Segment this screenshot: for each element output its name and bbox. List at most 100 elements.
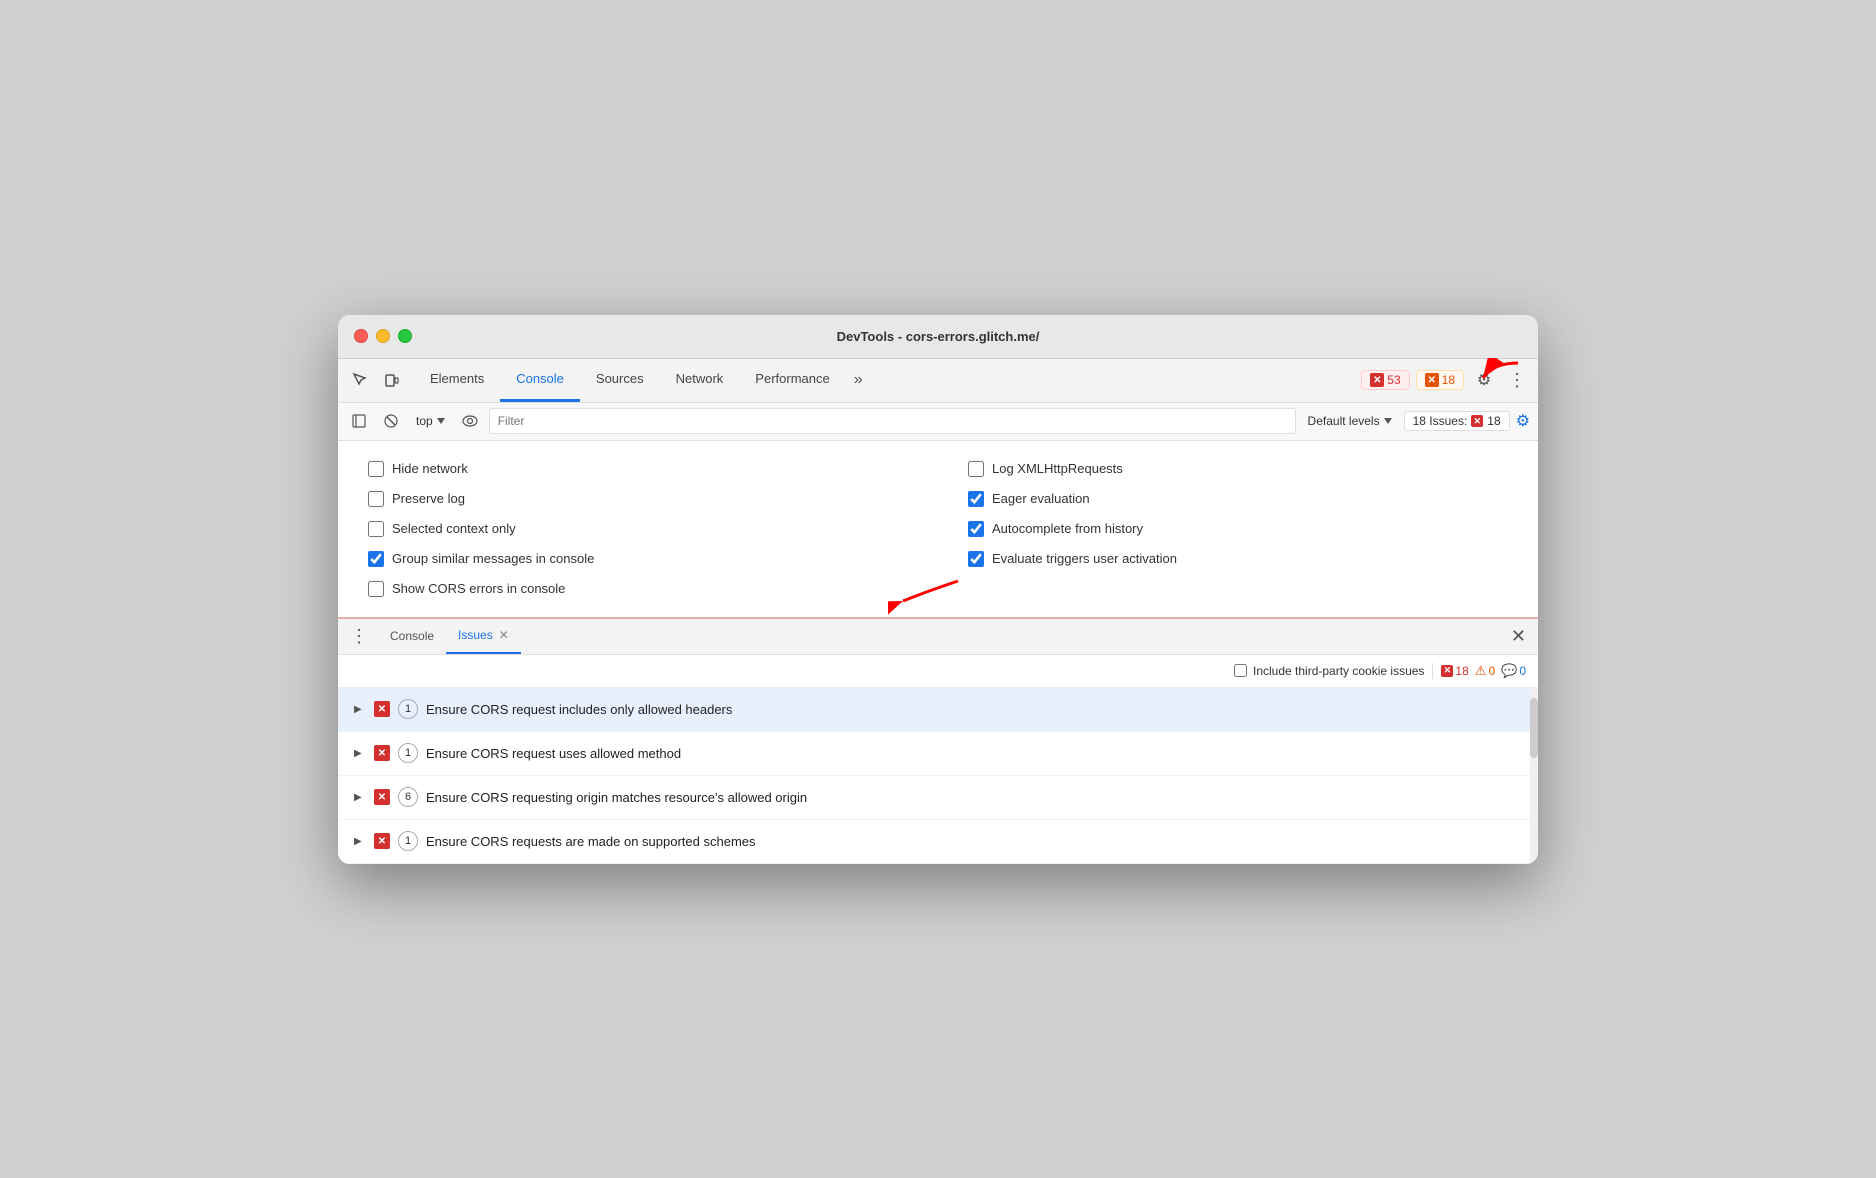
clear-console-icon[interactable] [378, 408, 404, 434]
top-toolbar: Elements Console Sources Network Perform… [338, 359, 1538, 403]
eager-eval-checkbox[interactable] [968, 491, 984, 507]
hide-network-label: Hide network [392, 461, 468, 476]
issue-text: Ensure CORS requesting origin matches re… [426, 790, 807, 805]
sidebar-toggle-icon[interactable] [346, 408, 372, 434]
third-party-cookie-label: Include third-party cookie issues [1253, 664, 1424, 678]
more-options-button[interactable]: ⋮ [1504, 370, 1530, 391]
evaluate-triggers-label: Evaluate triggers user activation [992, 551, 1177, 566]
info-icon: 💬 [1501, 663, 1517, 679]
hide-network-checkbox[interactable] [368, 461, 384, 477]
issue-error-icon: ✕ [374, 833, 390, 849]
preserve-log-option[interactable]: Preserve log [368, 491, 908, 507]
toolbar-icons [346, 366, 406, 394]
log-xml-label: Log XMLHttpRequests [992, 461, 1123, 476]
bottom-tabs-bar: ⋮ Console Issues ✕ ✕ [338, 619, 1538, 655]
issue-error-icon: ✕ [374, 789, 390, 805]
title-bar: DevTools - cors-errors.glitch.me/ [338, 315, 1538, 359]
issue-text: Ensure CORS request uses allowed method [426, 746, 681, 761]
close-button[interactable] [354, 329, 368, 343]
eye-icon[interactable] [457, 408, 483, 434]
issue-error-icon: ✕ [374, 701, 390, 717]
filter-input[interactable] [489, 408, 1296, 434]
bottom-tab-issues[interactable]: Issues ✕ [446, 618, 521, 654]
autocomplete-checkbox[interactable] [968, 521, 984, 537]
issue-row[interactable]: ▶ ✕ 1 Ensure CORS requests are made on s… [338, 820, 1538, 864]
minimize-button[interactable] [376, 329, 390, 343]
default-levels-chevron-icon [1384, 418, 1392, 424]
show-cors-checkbox[interactable] [368, 581, 384, 597]
issue-error-icon: ✕ [374, 745, 390, 761]
warning-x-icon: ✕ [1425, 373, 1439, 387]
selected-context-checkbox[interactable] [368, 521, 384, 537]
error-issues-icon: ✕ [1441, 665, 1453, 677]
close-panel-button[interactable]: ✕ [1507, 626, 1530, 647]
tab-performance[interactable]: Performance [739, 358, 845, 402]
issues-count-display[interactable]: 18 Issues: ✕ 18 [1404, 411, 1510, 431]
panel-dots-menu[interactable]: ⋮ [346, 626, 372, 647]
issue-count-circle: 6 [398, 787, 418, 807]
selected-context-label: Selected context only [392, 521, 516, 536]
group-similar-option[interactable]: Group similar messages in console [368, 551, 908, 567]
tab-network[interactable]: Network [660, 358, 740, 402]
issue-row[interactable]: ▶ ✕ 1 Ensure CORS request uses allowed m… [338, 732, 1538, 776]
issue-text: Ensure CORS requests are made on support… [426, 834, 756, 849]
context-selector[interactable]: top [410, 412, 451, 430]
tab-console[interactable]: Console [500, 358, 580, 402]
inspect-element-icon[interactable] [346, 366, 374, 394]
console-settings-gear-icon[interactable]: ⚙ [1516, 411, 1530, 431]
autocomplete-option[interactable]: Autocomplete from history [968, 521, 1508, 537]
main-tabs: Elements Console Sources Network Perform… [414, 358, 1361, 402]
tab-sources[interactable]: Sources [580, 358, 660, 402]
settings-left-col: Hide network Preserve log Selected conte… [368, 461, 908, 597]
error-issues-count: ✕ 18 [1441, 664, 1468, 678]
toolbar-right: ✕ 53 ✕ 18 ⚙ [1361, 366, 1530, 394]
issue-chevron-icon: ▶ [354, 704, 366, 715]
console-tab-label: Console [390, 629, 434, 643]
issue-count-circle: 1 [398, 743, 418, 763]
maximize-button[interactable] [398, 329, 412, 343]
more-tabs-button[interactable]: » [846, 371, 871, 389]
error-x-icon: ✕ [1370, 373, 1384, 387]
error-count-badge[interactable]: ✕ 53 [1361, 370, 1409, 390]
bottom-tab-console[interactable]: Console [378, 618, 446, 654]
warning-issues-count: ⚠ 0 [1475, 663, 1495, 679]
eager-eval-option[interactable]: Eager evaluation [968, 491, 1508, 507]
issue-list: ▶ ✕ 1 Ensure CORS request includes only … [338, 688, 1538, 864]
issue-row[interactable]: ▶ ✕ 1 Ensure CORS request includes only … [338, 688, 1538, 732]
devtools-window: DevTools - cors-errors.glitch.me/ [338, 315, 1538, 864]
preserve-log-checkbox[interactable] [368, 491, 384, 507]
show-cors-option[interactable]: Show CORS errors in console [368, 581, 908, 597]
scrollbar-thumb[interactable] [1530, 698, 1538, 758]
issues-tab-label: Issues [458, 628, 493, 642]
scrollbar-track[interactable] [1530, 688, 1538, 864]
third-party-cookie-option[interactable]: Include third-party cookie issues [1234, 664, 1424, 678]
issue-text: Ensure CORS request includes only allowe… [426, 702, 732, 717]
evaluate-triggers-checkbox[interactable] [968, 551, 984, 567]
issues-tab-close-icon[interactable]: ✕ [499, 628, 509, 642]
hide-network-option[interactable]: Hide network [368, 461, 908, 477]
device-toolbar-icon[interactable] [378, 366, 406, 394]
selected-context-option[interactable]: Selected context only [368, 521, 908, 537]
default-levels-selector[interactable]: Default levels [1302, 412, 1398, 430]
autocomplete-label: Autocomplete from history [992, 521, 1143, 536]
eager-eval-label: Eager evaluation [992, 491, 1090, 506]
third-party-cookie-checkbox[interactable] [1234, 664, 1247, 677]
log-xml-checkbox[interactable] [968, 461, 984, 477]
log-xml-option[interactable]: Log XMLHttpRequests [968, 461, 1508, 477]
show-cors-container: Show CORS errors in console [368, 581, 908, 597]
group-similar-label: Group similar messages in console [392, 551, 594, 566]
issue-row[interactable]: ▶ ✕ 6 Ensure CORS requesting origin matc… [338, 776, 1538, 820]
settings-right-col: Log XMLHttpRequests Eager evaluation Aut… [968, 461, 1508, 597]
preserve-log-label: Preserve log [392, 491, 465, 506]
issue-chevron-icon: ▶ [354, 792, 366, 803]
devtools-body: Elements Console Sources Network Perform… [338, 359, 1538, 864]
tab-elements[interactable]: Elements [414, 358, 500, 402]
evaluate-triggers-option[interactable]: Evaluate triggers user activation [968, 551, 1508, 567]
group-similar-checkbox[interactable] [368, 551, 384, 567]
console-toolbar: top Default levels 18 Issues: [338, 403, 1538, 441]
issues-x-icon: ✕ [1471, 415, 1483, 427]
warning-icon: ⚠ [1475, 663, 1487, 679]
settings-button[interactable]: ⚙ [1470, 366, 1498, 394]
warning-count-badge[interactable]: ✕ 18 [1416, 370, 1464, 390]
dropdown-chevron-icon [437, 418, 445, 424]
